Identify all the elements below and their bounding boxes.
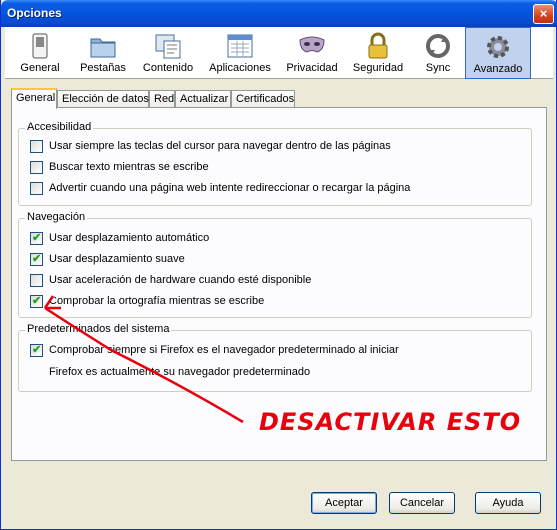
- check-icon: ✔: [32, 232, 42, 244]
- group-sistema: Predeterminados del sistema ✔ Comprobar …: [18, 323, 532, 392]
- checkbox[interactable]: ✔: [30, 295, 43, 308]
- annotation-text: DESACTIVAR ESTO: [259, 408, 522, 436]
- toolbar-label: Privacidad: [286, 62, 338, 74]
- toolbar-item-contenido[interactable]: Contenido: [135, 27, 201, 79]
- toolbar-item-seguridad[interactable]: Seguridad: [345, 27, 411, 79]
- checkbox-label: Usar desplazamiento automático: [49, 232, 210, 244]
- padlock-icon: [368, 32, 388, 59]
- toolbar-label: Seguridad: [352, 62, 404, 74]
- checkbox[interactable]: ✔: [30, 232, 43, 245]
- help-button[interactable]: Ayuda: [475, 492, 541, 514]
- group-navegacion: Navegación ✔ Usar desplazamiento automát…: [18, 211, 532, 318]
- checkbox[interactable]: [30, 274, 43, 287]
- group-accesibilidad: Accesibilidad Usar siempre las teclas de…: [18, 121, 532, 206]
- check-icon: ✔: [32, 295, 42, 307]
- toolbar-item-pestanas[interactable]: Pestañas: [71, 27, 135, 79]
- title-bar[interactable]: Opciones ×: [1, 0, 557, 27]
- tab-eleccion-de-datos[interactable]: Elección de datos: [57, 90, 149, 108]
- tab-red[interactable]: Red: [149, 90, 175, 108]
- content-icon: [155, 34, 181, 59]
- checkbox-label: Usar aceleración de hardware cuando esté…: [49, 274, 312, 286]
- checkbox-label: Usar siempre las teclas del cursor para …: [49, 140, 391, 152]
- checkbox-label: Usar desplazamiento suave: [49, 253, 185, 265]
- mask-icon: [299, 36, 325, 53]
- check-icon: ✔: [32, 344, 42, 356]
- toolbar-item-sync[interactable]: Sync: [411, 27, 465, 79]
- tab-actualizar[interactable]: Actualizar: [175, 90, 231, 108]
- checkbox[interactable]: ✔: [30, 253, 43, 266]
- close-button[interactable]: ×: [533, 4, 554, 24]
- default-browser-status: Firefox es actualmente su navegador pred…: [49, 366, 311, 378]
- toolbar-label: Contenido: [142, 62, 194, 74]
- folder-tabs-icon: [90, 38, 116, 58]
- check-icon: ✔: [32, 253, 42, 265]
- cancel-button[interactable]: Cancelar: [389, 492, 455, 514]
- toolbar-item-general[interactable]: General: [9, 27, 71, 79]
- tab-certificados[interactable]: Certificados: [231, 90, 295, 108]
- checkbox[interactable]: [30, 140, 43, 153]
- checkbox-label: Comprobar la ortografía mientras se escr…: [49, 295, 265, 307]
- toolbar-label: Sync: [425, 62, 451, 74]
- gear-icon: [487, 36, 509, 58]
- toolbar-label: Aplicaciones: [209, 62, 271, 74]
- category-toolbar: General Pestañas Contenido Aplicaciones …: [5, 27, 553, 79]
- tab-general[interactable]: General: [11, 88, 57, 109]
- sync-icon: [426, 34, 450, 58]
- checkbox[interactable]: [30, 161, 43, 174]
- toolbar-label: General: [20, 62, 60, 74]
- options-window: Opciones × General Pestañas Contenido Ap…: [0, 0, 557, 530]
- checkbox-label: Buscar texto mientras se escribe: [49, 161, 209, 173]
- group-label: Navegación: [25, 211, 88, 223]
- toolbar-item-avanzado[interactable]: Avanzado: [465, 27, 531, 79]
- toolbar-label: Pestañas: [80, 62, 126, 74]
- checkbox-label: Advertir cuando una página web intente r…: [49, 182, 411, 194]
- switch-icon: [32, 33, 48, 59]
- group-label: Accesibilidad: [25, 121, 94, 133]
- accept-button[interactable]: Aceptar: [311, 492, 377, 514]
- checkbox[interactable]: [30, 182, 43, 195]
- toolbar-label: Avanzado: [473, 63, 523, 75]
- toolbar-item-privacidad[interactable]: Privacidad: [279, 27, 345, 79]
- applications-icon: [227, 34, 253, 58]
- checkbox-label: Comprobar siempre si Firefox es el naveg…: [49, 344, 399, 356]
- checkbox[interactable]: ✔: [30, 344, 43, 357]
- window-title: Opciones: [7, 6, 62, 20]
- group-label: Predeterminados del sistema: [25, 323, 172, 335]
- toolbar-item-aplicaciones[interactable]: Aplicaciones: [201, 27, 279, 79]
